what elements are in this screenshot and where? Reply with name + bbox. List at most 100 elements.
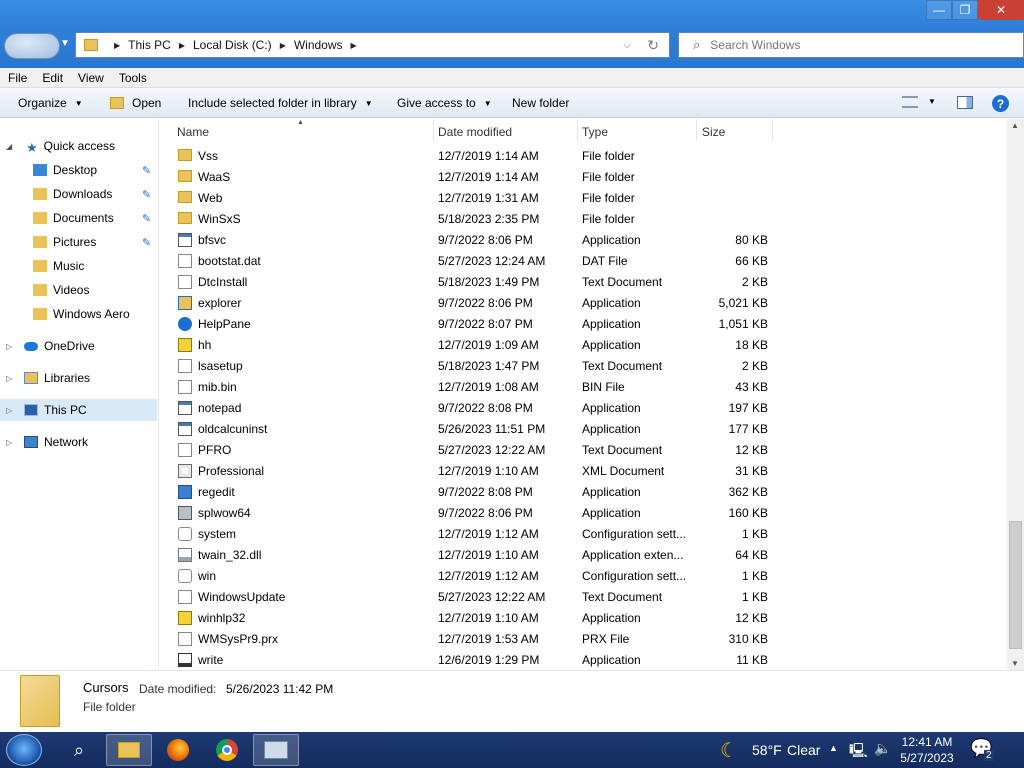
file-row[interactable]: Web 12/7/2019 1:31 AM File folder	[160, 187, 1006, 208]
address-bar[interactable]: ▶ This PC ▶ Local Disk (C:) ▶ Windows ▶ …	[75, 32, 670, 58]
column-size[interactable]: Size	[702, 125, 725, 139]
taskbar-clock[interactable]: 12:41 AM 5/27/2023	[896, 734, 958, 766]
crumb-this-pc[interactable]: This PC	[128, 38, 171, 52]
organize-button[interactable]: Organize ▼	[18, 96, 83, 110]
moon-weather-icon[interactable]: ☾	[720, 738, 738, 763]
menu-view[interactable]: View	[70, 71, 111, 85]
open-button[interactable]: Open	[110, 96, 161, 110]
file-row[interactable]: lsasetup 5/18/2023 1:47 PM Text Document 2 …	[160, 355, 1006, 376]
file-row[interactable]: hh 12/7/2019 1:09 AM Application 18 KB	[160, 334, 1006, 355]
close-button[interactable]: ✕	[978, 0, 1024, 20]
file-row[interactable]: PFRO 5/27/2023 12:22 AM Text Document 12 KB	[160, 439, 1006, 460]
search-input[interactable]	[710, 38, 991, 52]
expand-arrow-icon[interactable]: ▷	[6, 406, 12, 415]
crumb-separator[interactable]: ▶	[351, 41, 357, 50]
folder-icon	[33, 308, 47, 320]
new-folder-button[interactable]: New folder	[512, 96, 569, 110]
column-date-modified[interactable]: Date modified	[438, 125, 512, 139]
nav-videos[interactable]: Videos	[0, 279, 157, 301]
file-row[interactable]: Professional 12/7/2019 1:10 AM XML Documen…	[160, 460, 1006, 481]
view-options-icon[interactable]	[902, 96, 918, 108]
address-dropdown-icon[interactable]: ⌵	[623, 40, 631, 51]
crumb-separator[interactable]: ▶	[114, 41, 120, 50]
nav-this-pc[interactable]: ▷ This PC	[0, 399, 157, 421]
file-row[interactable]: bootstat.dat 5/27/2023 12:24 AM DAT File 66…	[160, 250, 1006, 271]
vertical-scrollbar[interactable]: ▲ ▼	[1007, 119, 1024, 670]
file-row[interactable]: mib.bin 12/7/2019 1:08 AM BIN File 43 KB	[160, 376, 1006, 397]
crumb-windows[interactable]: Windows	[294, 38, 343, 52]
column-name[interactable]: Name	[177, 125, 209, 139]
file-row[interactable]: regedit 9/7/2022 8:08 PM Application 362 KB	[160, 481, 1006, 502]
file-row[interactable]: win 12/7/2019 1:12 AM Configuration sett..…	[160, 565, 1006, 586]
file-row[interactable]: write 12/6/2019 1:29 PM Application 11 KB	[160, 649, 1006, 670]
minimize-button[interactable]: —	[926, 0, 952, 20]
column-divider[interactable]	[433, 119, 434, 141]
crumb-local-disk[interactable]: Local Disk (C:)	[193, 38, 272, 52]
file-row[interactable]: twain_32.dll 12/7/2019 1:10 AM Application…	[160, 544, 1006, 565]
refresh-icon[interactable]: ↻	[647, 37, 659, 54]
weather-condition[interactable]: Clear	[787, 742, 820, 758]
file-row[interactable]: system 12/7/2019 1:12 AM Configuration set…	[160, 523, 1006, 544]
file-row[interactable]: WindowsUpdate 5/27/2023 12:22 AM Text Docu…	[160, 586, 1006, 607]
expand-arrow-icon[interactable]: ◢	[6, 142, 12, 151]
file-row[interactable]: Vss 12/7/2019 1:14 AM File folder	[160, 145, 1006, 166]
expand-arrow-icon[interactable]: ▷	[6, 342, 12, 351]
file-row[interactable]: DtcInstall 5/18/2023 1:49 PM Text Document…	[160, 271, 1006, 292]
expand-arrow-icon[interactable]: ▷	[6, 438, 12, 447]
tray-overflow-icon[interactable]: ▲	[829, 743, 838, 753]
help-icon[interactable]: ?	[992, 95, 1009, 112]
nav-windows-aero[interactable]: Windows Aero	[0, 303, 157, 325]
nav-documents[interactable]: Documents ✎	[0, 207, 157, 229]
taskbar-firefox[interactable]	[155, 734, 201, 766]
file-row[interactable]: notepad 9/7/2022 8:08 PM Application 197 KB	[160, 397, 1006, 418]
file-row[interactable]: WaaS 12/7/2019 1:14 AM File folder	[160, 166, 1006, 187]
recent-locations-dropdown[interactable]: ▼	[60, 38, 70, 49]
nav-network[interactable]: ▷ Network	[0, 431, 157, 453]
crumb-separator[interactable]: ▶	[179, 41, 185, 50]
file-row[interactable]: HelpPane 9/7/2022 8:07 PM Application 1,051…	[160, 313, 1006, 334]
column-divider[interactable]	[577, 119, 578, 141]
preview-pane-icon[interactable]	[957, 96, 973, 109]
expand-arrow-icon[interactable]: ▷	[6, 374, 12, 383]
taskbar-chrome[interactable]	[204, 734, 250, 766]
organize-label: Organize	[18, 96, 67, 110]
crumb-separator[interactable]: ▶	[280, 41, 286, 50]
file-row[interactable]: winhlp32 12/7/2019 1:10 AM Application 12 K…	[160, 607, 1006, 628]
back-forward-buttons[interactable]	[4, 33, 60, 59]
column-divider[interactable]	[696, 119, 697, 141]
file-row[interactable]: oldcalcuninst 5/26/2023 11:51 PM Applicati…	[160, 418, 1006, 439]
nav-downloads[interactable]: Downloads ✎	[0, 183, 157, 205]
search-box[interactable]: ⌕	[678, 32, 1024, 58]
file-row[interactable]: explorer 9/7/2022 8:06 PM Application 5,021…	[160, 292, 1006, 313]
nav-libraries[interactable]: ▷ Libraries	[0, 367, 157, 389]
network-icon[interactable]: 🖳	[849, 740, 868, 764]
nav-music[interactable]: Music	[0, 255, 157, 277]
include-in-library-button[interactable]: Include selected folder in library ▼	[188, 96, 373, 110]
nav-desktop[interactable]: Desktop ✎	[0, 159, 157, 181]
column-divider[interactable]	[772, 119, 773, 141]
nav-pictures[interactable]: Pictures ✎	[0, 231, 157, 253]
file-row[interactable]: WMSysPr9.prx 12/7/2019 1:53 AM PRX File 310…	[160, 628, 1006, 649]
file-row[interactable]: WinSxS 5/18/2023 2:35 PM File folder	[160, 208, 1006, 229]
scroll-down-arrow-icon[interactable]: ▼	[1011, 659, 1019, 668]
nav-quick-access[interactable]: ◢ ★ Quick access	[0, 135, 157, 157]
nav-label: Downloads	[53, 187, 113, 201]
taskbar-file-explorer[interactable]	[106, 734, 152, 766]
taskbar-control-panel[interactable]	[253, 734, 299, 766]
taskbar-search-button[interactable]: ⌕	[56, 734, 102, 766]
file-row[interactable]: splwow64 9/7/2022 8:06 PM Application 160 K…	[160, 502, 1006, 523]
menu-file[interactable]: File	[0, 71, 34, 85]
start-button[interactable]	[6, 734, 42, 766]
nav-onedrive[interactable]: ▷ OneDrive	[0, 335, 157, 357]
speaker-muted-icon[interactable]: 🔈	[874, 740, 891, 757]
column-type[interactable]: Type	[582, 125, 608, 139]
chevron-down-icon[interactable]: ▼	[928, 97, 936, 106]
menu-tools[interactable]: Tools	[111, 71, 154, 85]
weather-temperature[interactable]: 58°F	[752, 742, 782, 758]
file-row[interactable]: bfsvc 9/7/2022 8:06 PM Application 80 KB	[160, 229, 1006, 250]
menu-edit[interactable]: Edit	[34, 71, 70, 85]
scrollbar-thumb[interactable]	[1009, 521, 1022, 649]
scroll-up-arrow-icon[interactable]: ▲	[1011, 121, 1019, 130]
give-access-button[interactable]: Give access to ▼	[397, 96, 492, 110]
maximize-button[interactable]: ❐	[952, 0, 978, 20]
